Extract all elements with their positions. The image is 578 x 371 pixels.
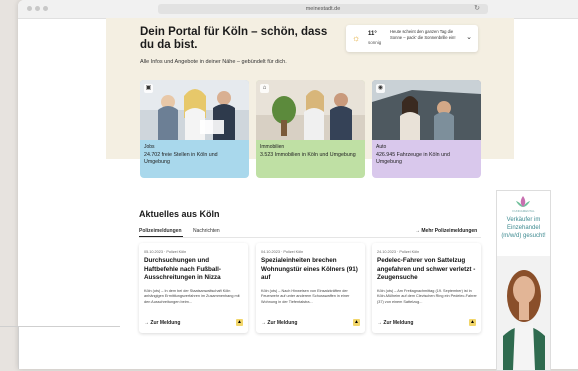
weather-widget[interactable]: ☼ 11° sonnig Heute scheint den ganzen Ta…	[346, 25, 478, 52]
news-headline[interactable]: Spezialeinheiten brechen Wohnungstür ein…	[261, 257, 362, 283]
category-card-jobs[interactable]: ▣ Jobs 24.702 freie Stellen in Köln und …	[140, 80, 249, 178]
weather-temperature: 11°	[368, 31, 377, 37]
active-tab-indicator	[139, 236, 183, 237]
category-label: Immobilien	[260, 144, 285, 150]
category-card-auto[interactable]: ◉ Auto 426.945 Fahrzeuge in Köln und Umg…	[372, 80, 481, 178]
auto-photo	[372, 80, 481, 140]
news-meta: 24.10.2023 · Polizei Köln	[377, 250, 420, 254]
weather-description: sonnig	[368, 40, 382, 45]
police-icon: ▲	[469, 319, 476, 326]
news-meta: 04.10.2023 · Polizei Köln	[261, 250, 304, 254]
category-label: Jobs	[144, 144, 155, 150]
ad-banner[interactable]: FUNDAMENTAL Verkäufer im Einzehandel (m/…	[496, 190, 551, 371]
ad-logo-text: FUNDAMENTAL	[512, 209, 535, 213]
browser-titlebar: meinestadt.de ↻	[18, 0, 578, 19]
divider	[18, 326, 19, 369]
hero-subtitle: Alle Infos und Angebote in deiner Nähe –…	[140, 59, 287, 65]
lotus-logo-icon	[516, 196, 530, 207]
house-icon: ⌂	[260, 84, 269, 93]
read-more-label: Zur Meldung	[267, 320, 298, 326]
category-description: 426.945 Fahrzeuge in Köln und Umgebung	[376, 152, 450, 165]
read-more-label: Zur Meldung	[383, 320, 414, 326]
tab-polizeimeldungen[interactable]: Polizeimeldungen	[139, 228, 182, 234]
news-section-title: Aktuelles aus Köln	[139, 209, 220, 219]
more-police-reports-link[interactable]: → Mehr Polizeimeldungen	[415, 228, 477, 234]
news-meta: 05.10.2023 · Polizei Köln	[144, 250, 187, 254]
category-card-immobilien[interactable]: ⌂ Immobilien 3.523 Immobilien in Köln un…	[256, 80, 365, 178]
category-label: Auto	[376, 144, 387, 150]
address-bar[interactable]: meinestadt.de ↻	[158, 4, 488, 14]
more-link-label: Mehr Polizeimeldungen	[421, 228, 478, 234]
tab-nachrichten[interactable]: Nachrichten	[193, 228, 220, 234]
read-more-link[interactable]: → Zur Meldung	[261, 320, 297, 326]
url-text: meinestadt.de	[305, 6, 341, 12]
ad-headline: Verkäufer im Einzehandel (m/w/d) gesucht…	[501, 217, 546, 239]
read-more-link[interactable]: → Zur Meldung	[144, 320, 180, 326]
news-teaser: Köln (ots) – In dem bei der Staatsanwalt…	[144, 289, 240, 304]
window-minimize-dot[interactable]	[35, 6, 40, 11]
news-card[interactable]: 05.10.2023 · Polizei Köln Durchsuchungen…	[139, 243, 248, 333]
sun-icon: ☼	[352, 33, 361, 43]
ad-photo	[497, 256, 550, 370]
read-more-link[interactable]: → Zur Meldung	[377, 320, 413, 326]
window-zoom-dot[interactable]	[43, 6, 48, 11]
car-icon: ◉	[376, 84, 385, 93]
news-headline[interactable]: Pedelec-Fahrer von Sattelzug angefahren …	[377, 257, 478, 283]
news-teaser: Köln (ots) – Nach Hinweisen von Einsatzk…	[261, 289, 350, 304]
briefcase-icon: ▣	[144, 84, 153, 93]
page-title: Dein Portal für Köln – schön, dass du da…	[140, 26, 328, 51]
police-icon: ▲	[353, 319, 360, 326]
tabs-divider	[139, 237, 481, 238]
browser-window: meinestadt.de ↻ Dein Portal für Köln – s…	[18, 0, 578, 369]
category-description: 3.523 Immobilien in Köln und Umgebung	[260, 152, 356, 158]
news-card[interactable]: 04.10.2023 · Polizei Köln Spezialeinheit…	[256, 243, 365, 333]
news-teaser: Köln (ots) – Am Freitagnachmittag (19. S…	[377, 289, 477, 304]
news-headline[interactable]: Durchsuchungen und Haftbefehle nach Fußb…	[144, 257, 245, 283]
chevron-down-icon[interactable]: ⌄	[466, 33, 472, 41]
police-icon: ▲	[236, 319, 243, 326]
category-description: 24.702 freie Stellen in Köln und Umgebun…	[144, 152, 218, 165]
read-more-label: Zur Meldung	[150, 320, 181, 326]
reload-icon[interactable]: ↻	[474, 4, 480, 14]
window-close-dot[interactable]	[27, 6, 32, 11]
jobs-photo	[140, 80, 249, 140]
weather-text: Heute scheint den ganzen Tag die Sonne –…	[390, 29, 456, 40]
news-card[interactable]: 24.10.2023 · Polizei Köln Pedelec-Fahrer…	[372, 243, 481, 333]
immobilien-photo	[256, 80, 365, 140]
